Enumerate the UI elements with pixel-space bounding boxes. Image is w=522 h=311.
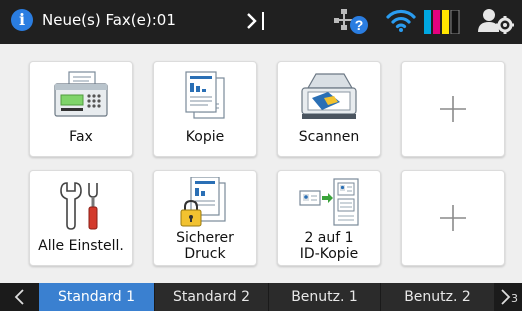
fax-message[interactable]: Neue(s) Fax(e):01 (42, 10, 176, 30)
settings-tile[interactable]: Alle Einstell. (29, 170, 133, 266)
id-copy-tile[interactable]: 2 auf 1 ID-Kopie (277, 170, 381, 266)
add-shortcut-tile-1[interactable] (401, 61, 505, 157)
status-bar: i Neue(s) Fax(e):01 ? (0, 0, 522, 44)
chevron-left-icon (14, 289, 24, 305)
id-copy-label: 2 auf 1 ID-Kopie (299, 230, 359, 262)
toner-level-icon[interactable] (424, 10, 460, 34)
tools-icon (60, 182, 98, 230)
tab-prev-button[interactable] (0, 283, 38, 311)
info-icon[interactable]: i (11, 9, 33, 31)
home-screen: i Neue(s) Fax(e):01 ? Fax Kopie Scannen … (0, 0, 522, 311)
fax-label: Fax (69, 129, 93, 145)
tab-custom-1[interactable]: Benutz. 1 (268, 283, 380, 311)
scan-label: Scannen (298, 129, 360, 145)
network-help-icon[interactable]: ? (334, 8, 370, 36)
fax-tile[interactable]: Fax (29, 61, 133, 157)
secure-print-tile[interactable]: Sicherer Druck (153, 170, 257, 266)
id-copy-icon (299, 178, 359, 226)
plus-icon (440, 205, 466, 231)
tab-standard-1[interactable]: Standard 1 (38, 283, 154, 311)
fax-icon (54, 71, 108, 117)
scan-tile[interactable]: Scannen (277, 61, 381, 157)
secure-print-icon (180, 177, 226, 227)
tab-bar: Standard 1 Standard 2 Benutz. 1 Benutz. … (0, 283, 522, 311)
admin-settings-icon[interactable] (478, 8, 514, 34)
secure-print-label: Sicherer Druck (176, 230, 234, 262)
copy-tile[interactable]: Kopie (153, 61, 257, 157)
settings-label: Alle Einstell. (38, 238, 124, 254)
svg-text:?: ? (355, 17, 364, 33)
copy-label: Kopie (185, 129, 225, 145)
next-page-number: 3 (511, 292, 518, 305)
wifi-icon[interactable] (386, 9, 416, 33)
add-shortcut-tile-2[interactable] (401, 170, 505, 266)
plus-icon (440, 96, 466, 122)
tab-next-button[interactable]: 3 (494, 283, 522, 311)
copy-icon (185, 71, 225, 119)
scanner-icon (301, 73, 357, 119)
tab-standard-2[interactable]: Standard 2 (154, 283, 268, 311)
tab-custom-2[interactable]: Benutz. 2 (380, 283, 494, 311)
message-next-button[interactable] (240, 8, 270, 34)
chevron-right-bar-icon (247, 12, 264, 30)
